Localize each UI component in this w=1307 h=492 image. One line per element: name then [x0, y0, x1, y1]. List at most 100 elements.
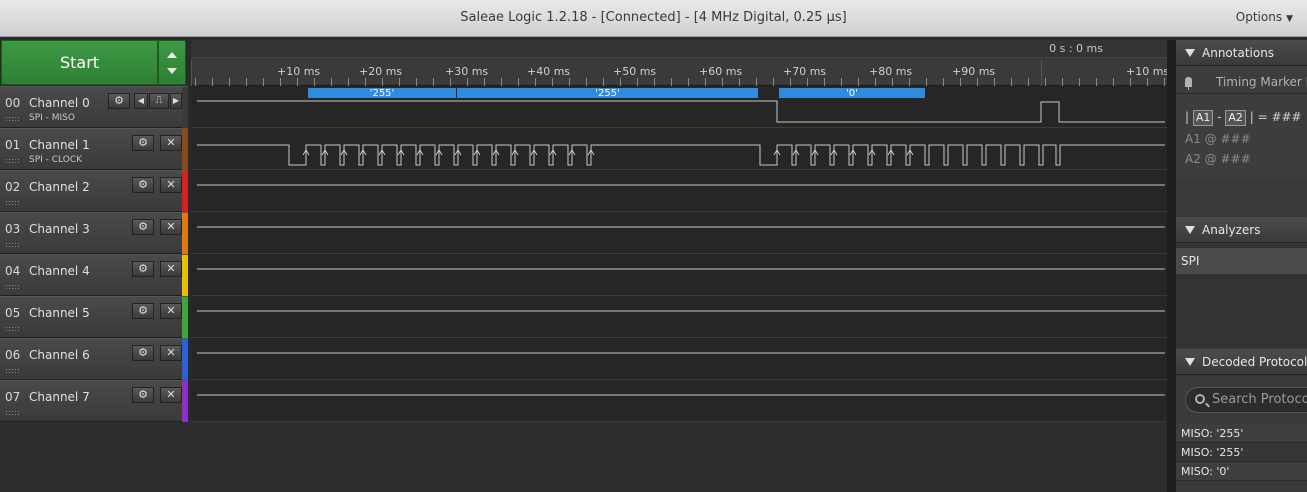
close-icon[interactable]: ✕: [160, 135, 182, 151]
channel-name[interactable]: Channel 3: [29, 222, 90, 236]
ruler-minor-tick: [875, 78, 876, 86]
analyzers-panel: SPI: [1176, 244, 1307, 348]
close-icon[interactable]: ✕: [160, 177, 182, 193]
decoded-bubble-label: '0': [846, 88, 858, 99]
ruler-minor-tick: [1113, 78, 1114, 86]
ruler-minor-tick: [399, 78, 400, 86]
ruler-tick-label: +90 ms: [952, 65, 996, 78]
ruler-minor-tick: [348, 78, 349, 86]
ruler-minor-tick: [637, 78, 638, 86]
trigger-pulse-icon[interactable]: ⎍: [149, 93, 169, 109]
drag-handle-icon[interactable]: [5, 284, 19, 289]
drag-handle-icon[interactable]: [5, 242, 19, 247]
search-protocols-input[interactable]: Search Protoco: [1185, 387, 1307, 413]
ruler-minor-tick: [773, 78, 774, 86]
gear-icon[interactable]: ⚙: [132, 219, 154, 235]
close-icon[interactable]: ✕: [160, 303, 182, 319]
options-label: Options: [1235, 10, 1283, 24]
decoded-item[interactable]: MISO: '0': [1176, 462, 1307, 481]
drag-handle-icon[interactable]: [5, 116, 19, 121]
decoded-bubble-label: '255': [595, 88, 620, 99]
decoded-item[interactable]: MISO: '255': [1176, 424, 1307, 443]
ruler-minor-tick: [671, 78, 672, 86]
channel-row[interactable]: 05 Channel 5 ⚙ ✕: [0, 296, 188, 339]
drag-handle-icon[interactable]: [5, 410, 19, 415]
start-options-spinner[interactable]: [158, 40, 186, 85]
analyzers-title: Analyzers: [1202, 223, 1261, 237]
ruler-major-tick: [191, 60, 192, 86]
close-icon[interactable]: ✕: [160, 261, 182, 277]
channel-color-bar: [182, 297, 188, 339]
waveform-area[interactable]: '255' '255' '0': [191, 86, 1167, 422]
gear-icon[interactable]: ⚙: [132, 261, 154, 277]
decoded-protocols-header[interactable]: Decoded Protocols: [1176, 349, 1307, 375]
marker-a1-button[interactable]: A1: [1192, 110, 1214, 126]
waveform-canvas[interactable]: '255' '255' '0': [191, 86, 1167, 422]
start-button[interactable]: Start: [1, 40, 158, 85]
marker-diff-row: | A1 - A2 | = ###: [1185, 110, 1302, 126]
channel-name[interactable]: Channel 6: [29, 348, 90, 362]
annotations-header[interactable]: Annotations: [1176, 40, 1307, 66]
gear-icon[interactable]: ⚙: [108, 93, 130, 109]
ruler-minor-tick: [1028, 78, 1029, 86]
ruler-minor-tick: [263, 78, 264, 86]
pin-icon: [1185, 77, 1192, 90]
ruler-minor-tick: [382, 78, 383, 86]
ruler-minor-tick: [994, 78, 995, 86]
options-menu[interactable]: Options ▼: [1236, 10, 1293, 24]
close-icon[interactable]: ✕: [160, 219, 182, 235]
channel-row[interactable]: 02 Channel 2 ⚙ ✕: [0, 170, 188, 213]
clock-trace: [197, 144, 1165, 166]
collapse-triangle-icon: [1185, 226, 1195, 234]
drag-handle-icon[interactable]: [5, 368, 19, 373]
ruler-minor-tick: [467, 78, 468, 86]
a1-label: A1: [1185, 132, 1201, 146]
drag-handle-icon[interactable]: [5, 326, 19, 331]
channel-name[interactable]: Channel 4: [29, 264, 90, 278]
marker-a2-button[interactable]: A2: [1225, 110, 1246, 126]
ruler-minor-tick: [331, 78, 332, 86]
ruler-minor-tick: [1164, 78, 1165, 86]
gear-icon[interactable]: ⚙: [132, 177, 154, 193]
timing-marker-label: Timing Marker P: [1216, 75, 1307, 89]
channel-row[interactable]: 01 Channel 1 SPI - CLOCK ⚙ ✕: [0, 128, 188, 171]
drag-handle-icon[interactable]: [5, 158, 19, 163]
ruler-minor-tick: [518, 78, 519, 86]
arrow-up-icon[interactable]: [167, 52, 177, 58]
marker-a2-row: A2 @ ###: [1185, 152, 1251, 166]
decoded-item[interactable]: MISO: '255': [1176, 443, 1307, 462]
channel-name[interactable]: Channel 2: [29, 180, 90, 194]
arrow-down-icon[interactable]: [167, 68, 177, 74]
gear-icon[interactable]: ⚙: [132, 387, 154, 403]
channel-name[interactable]: Channel 0: [29, 96, 90, 110]
channel-row[interactable]: 06 Channel 6 ⚙ ✕: [0, 338, 188, 381]
drag-handle-icon[interactable]: [5, 200, 19, 205]
channel-row[interactable]: 04 Channel 4 ⚙ ✕: [0, 254, 188, 297]
timing-marker-row[interactable]: Timing Marker P: [1176, 70, 1307, 94]
marker-diff-value: ###: [1271, 110, 1302, 124]
analyzers-header[interactable]: Analyzers: [1176, 217, 1307, 243]
ruler-minor-tick: [195, 78, 196, 86]
trigger-left-icon[interactable]: ◀: [134, 93, 148, 109]
channel-name[interactable]: Channel 7: [29, 390, 90, 404]
gear-icon[interactable]: ⚙: [132, 345, 154, 361]
gear-icon[interactable]: ⚙: [132, 303, 154, 319]
trigger-right-icon[interactable]: ▶: [170, 93, 182, 109]
close-icon[interactable]: ✕: [160, 387, 182, 403]
channel-row[interactable]: 00 Channel 0 SPI - MISO ⚙ ◀ ⎍ ▶: [0, 86, 188, 129]
chevron-down-icon: ▼: [1286, 14, 1293, 24]
close-icon[interactable]: ✕: [160, 345, 182, 361]
channel-name[interactable]: Channel 5: [29, 306, 90, 320]
ruler-minor-tick: [756, 78, 757, 86]
channel-row[interactable]: 03 Channel 3 ⚙ ✕: [0, 212, 188, 255]
channel-number: 03: [5, 222, 21, 236]
window-title: Saleae Logic 1.2.18 - [Connected] - [4 M…: [460, 10, 847, 25]
channel-name[interactable]: Channel 1: [29, 138, 90, 152]
analyzer-item-spi[interactable]: SPI: [1176, 248, 1307, 274]
sidebar-splitter[interactable]: [1167, 40, 1176, 492]
channel-row[interactable]: 07 Channel 7 ⚙ ✕: [0, 380, 188, 423]
gear-icon[interactable]: ⚙: [132, 135, 154, 151]
channel-list: 00 Channel 0 SPI - MISO ⚙ ◀ ⎍ ▶ 01 Channel 1 SPI …: [0, 86, 188, 423]
ruler-minor-tick: [603, 78, 604, 86]
time-ruler[interactable]: 0 s : 0 ms +10 ms +20 ms +30 ms +40 ms +50 m…: [191, 40, 1169, 86]
